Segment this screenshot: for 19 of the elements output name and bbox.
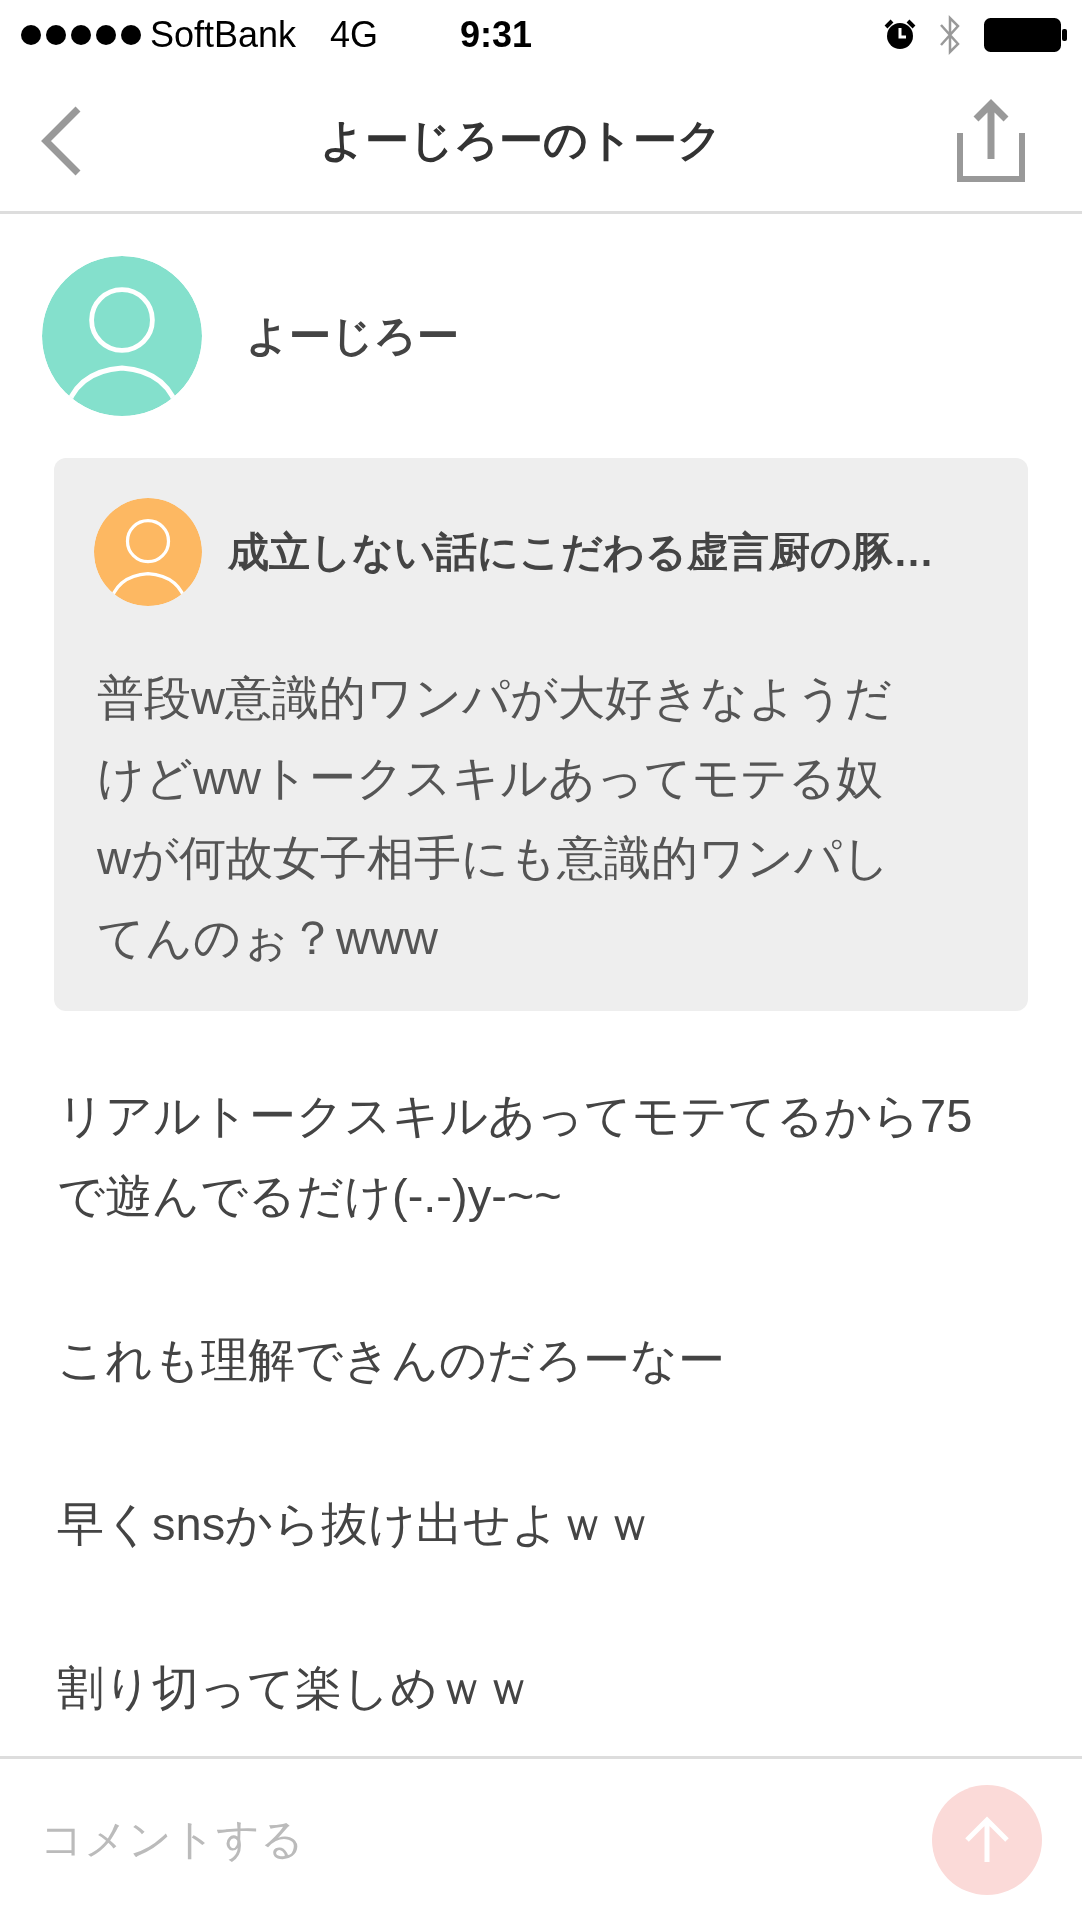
- author-name: よーじろー: [246, 311, 459, 361]
- bluetooth-icon: [938, 14, 962, 56]
- avatar-icon: [42, 256, 202, 416]
- page-title: よーじろーのトーク: [319, 114, 723, 166]
- clock-time: 9:31: [460, 14, 534, 56]
- carrier-name: SoftBank: [150, 14, 297, 56]
- message-text: これも理解できんのだろーなー: [57, 1332, 726, 1388]
- network-type: 4G: [330, 14, 379, 56]
- battery-icon: [984, 18, 1068, 52]
- alarm-icon: [884, 19, 916, 51]
- avatar-icon: [94, 498, 202, 606]
- message-text: 早くsnsから抜け出せよｗｗ: [57, 1496, 655, 1552]
- signal-icon: [20, 24, 142, 46]
- quoted-author: 成立しない話にこだわる虚言厨の豚…: [228, 527, 934, 577]
- share-button[interactable]: [956, 98, 1026, 183]
- message-text: リアルトークスキルあってモテてるから75で遊んでるだけ(-.-)y-~~: [57, 1088, 974, 1224]
- message-text: 割り切って楽しめｗｗ: [57, 1660, 533, 1716]
- quoted-text: 普段w意識的ワンパが大好きなようだけどwwトークスキルあってモテる奴wが何故女子相手にも意識的ワンパしてんのぉ？www: [97, 670, 893, 966]
- comment-field[interactable]: コメントする: [40, 1815, 932, 1864]
